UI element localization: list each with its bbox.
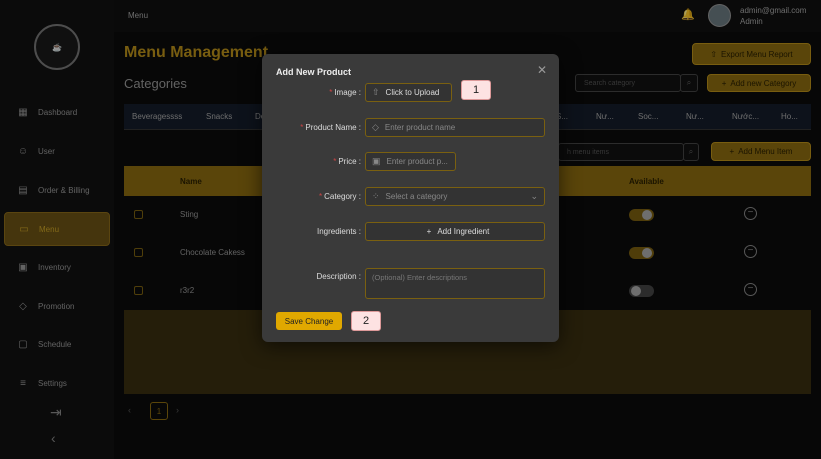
ingredients-label: Ingredients : [316, 227, 361, 236]
category-icon: ⁘ [372, 191, 380, 201]
price-label: * Price : [333, 157, 361, 166]
category-label: * Category : [318, 192, 361, 201]
image-label: * Image : [329, 88, 361, 97]
annotation-marker-1: 1 [461, 80, 491, 100]
chevron-down-icon: ⌄ [530, 191, 538, 201]
category-select[interactable]: ⁘ Select a category ⌄ [365, 187, 545, 206]
price-input[interactable]: ▣ Enter product p... [365, 152, 456, 171]
money-icon: ▣ [372, 156, 381, 166]
upload-image-button[interactable]: ⇧ Click to Upload [365, 83, 452, 102]
annotation-marker-2: 2 [351, 311, 381, 331]
product-name-label: * Product Name : [300, 123, 361, 132]
modal-title: Add New Product [276, 67, 352, 77]
upload-icon: ⇧ [372, 87, 380, 97]
close-icon[interactable]: ✕ [537, 63, 547, 77]
description-label: Description : [316, 272, 361, 281]
product-name-input[interactable]: ◇ Enter product name [365, 118, 545, 137]
description-textarea[interactable]: (Optional) Enter descriptions [365, 268, 545, 299]
plus-icon: + [426, 227, 432, 236]
tag-icon: ◇ [372, 122, 379, 132]
add-ingredient-button[interactable]: + Add Ingredient [365, 222, 545, 241]
save-change-button[interactable]: Save Change [276, 312, 342, 330]
add-product-modal: Add New Product ✕ * Image : ⇧ Click to Up… [262, 54, 559, 342]
